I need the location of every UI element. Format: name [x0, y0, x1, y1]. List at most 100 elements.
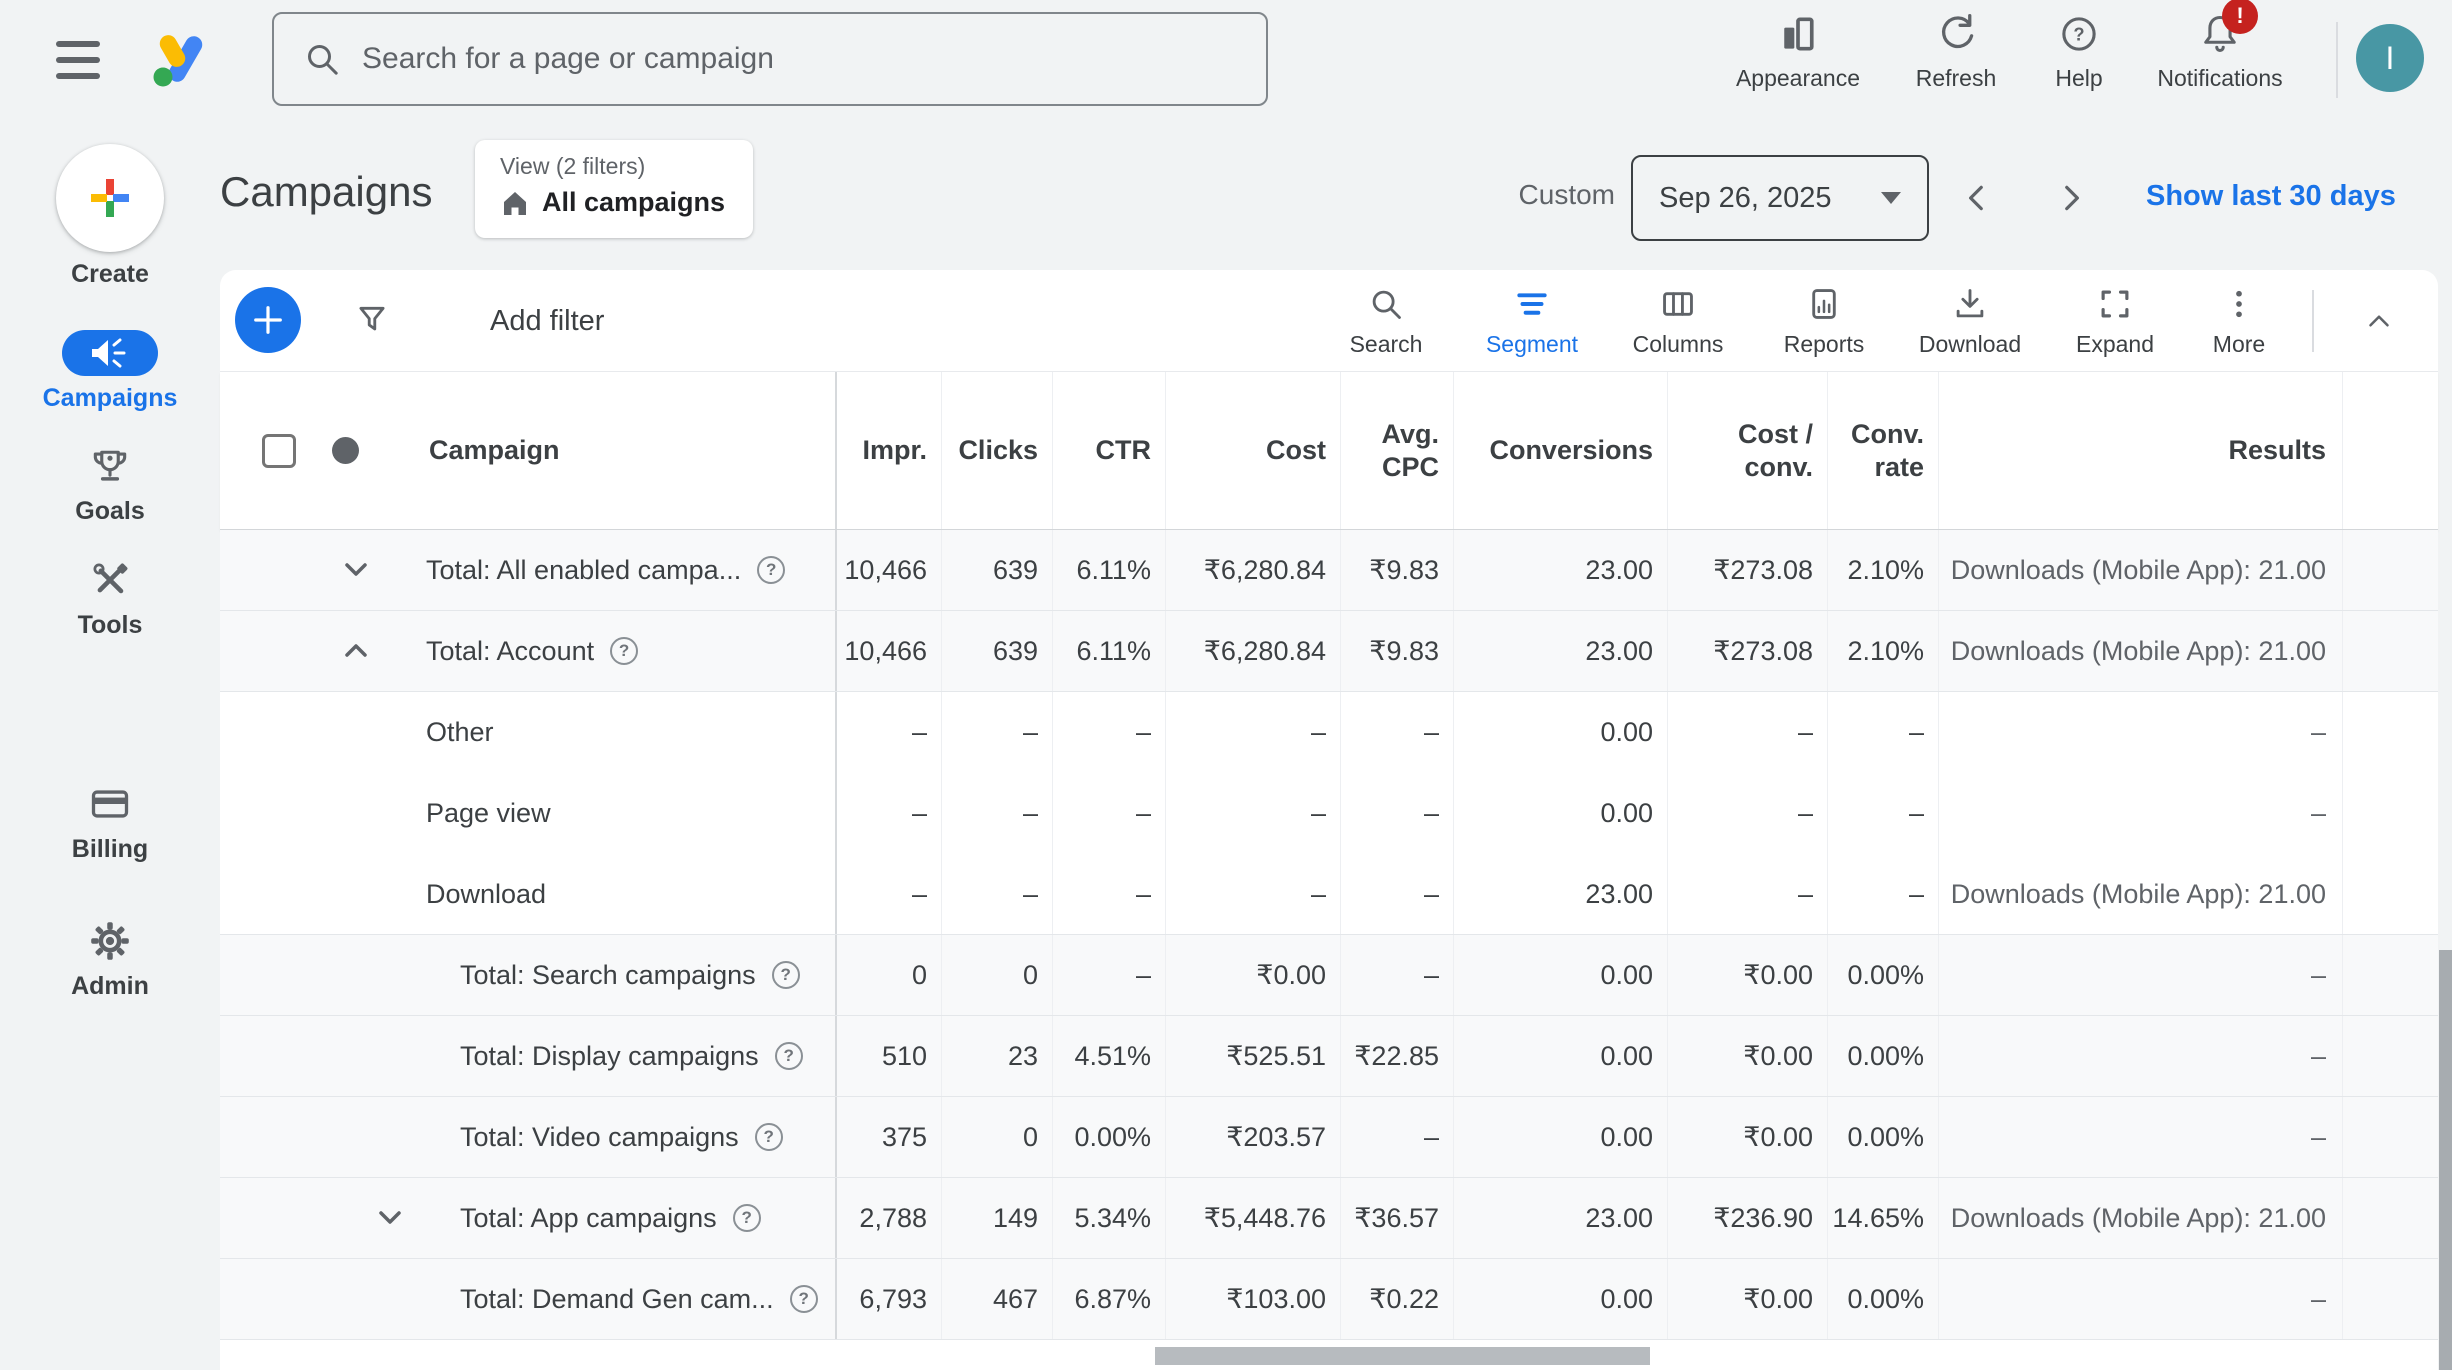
- google-ads-logo-icon[interactable]: [150, 28, 214, 92]
- cell-conv-rate: 0.00%: [1827, 1097, 1938, 1177]
- notifications-button[interactable]: ! Notifications: [2140, 10, 2300, 110]
- collapse-table-button[interactable]: [2349, 296, 2409, 346]
- refresh-button[interactable]: Refresh: [1886, 10, 2026, 110]
- help-button[interactable]: ? Help: [2024, 10, 2134, 110]
- toolbar-divider: [2312, 290, 2314, 352]
- table-body: Total: All enabled campa... ? 10,4666396…: [220, 530, 2438, 1340]
- cell-cost-per-conv: –: [1667, 773, 1827, 854]
- header-impr[interactable]: Impr.: [837, 372, 941, 529]
- toolbar-button-label: Search: [1350, 331, 1423, 358]
- cell-conversions: 0.00: [1453, 935, 1667, 1015]
- table-row[interactable]: Other –––––0.00–––: [220, 692, 2438, 773]
- show-last-30-days-link[interactable]: Show last 30 days: [2146, 180, 2396, 213]
- sidebar-item-admin[interactable]: Admin: [0, 918, 220, 1001]
- cell-avg-cpc: –: [1340, 692, 1453, 773]
- previous-date-button[interactable]: [1953, 174, 2001, 222]
- help-icon[interactable]: ?: [790, 1285, 818, 1313]
- table-row[interactable]: Page view –––––0.00–––: [220, 773, 2438, 854]
- table-row[interactable]: Download –––––23.00––Downloads (Mobile A…: [220, 854, 2438, 935]
- header-results[interactable]: Results: [1938, 372, 2342, 529]
- refresh-icon: [1934, 10, 1978, 56]
- sidebar-item-label: Tools: [0, 611, 220, 640]
- select-all-checkbox[interactable]: [262, 434, 296, 468]
- toolbar-expand-button[interactable]: Expand: [2045, 270, 2185, 372]
- header-clicks[interactable]: Clicks: [941, 372, 1052, 529]
- header-cost[interactable]: Cost: [1165, 372, 1340, 529]
- toolbar-columns-button[interactable]: Columns: [1608, 270, 1748, 372]
- table-row[interactable]: Total: Video campaigns ? 37500.00%₹203.5…: [220, 1097, 2438, 1178]
- cell-results: –: [1938, 692, 2342, 773]
- date-range-type: Custom: [1505, 179, 1615, 211]
- cell-extra: [2342, 1016, 2438, 1096]
- toolbar-download-button[interactable]: Download: [1900, 270, 2040, 372]
- status-circle-icon[interactable]: [332, 437, 359, 464]
- toolbar-search-button[interactable]: Search: [1316, 270, 1456, 372]
- chevron-up-icon[interactable]: [338, 633, 374, 669]
- filter-icon[interactable]: [353, 302, 391, 340]
- cell-results: Downloads (Mobile App): 21.00: [1938, 854, 2342, 934]
- cell-conv-rate: –: [1827, 692, 1938, 773]
- chevron-down-icon[interactable]: [338, 552, 374, 588]
- chevron-down-icon: [1881, 192, 1901, 204]
- add-filter-button[interactable]: Add filter: [490, 270, 604, 372]
- cell-cost: ₹0.00: [1165, 935, 1340, 1015]
- help-icon[interactable]: ?: [775, 1042, 803, 1070]
- chevron-down-icon[interactable]: [372, 1200, 408, 1236]
- cell-conversions: 0.00: [1453, 1016, 1667, 1096]
- sidebar-item-campaigns[interactable]: Campaigns: [0, 330, 220, 413]
- sidebar-item-label: Goals: [0, 497, 220, 526]
- appearance-button[interactable]: Appearance: [1724, 10, 1872, 110]
- search-input[interactable]: [362, 42, 1242, 76]
- chevron-right-icon: [2054, 181, 2088, 215]
- header-conversions[interactable]: Conversions: [1453, 372, 1667, 529]
- menu-icon[interactable]: [56, 41, 100, 79]
- avatar[interactable]: I: [2356, 24, 2424, 92]
- help-icon[interactable]: ?: [757, 556, 785, 584]
- cell-impr: 6,793: [837, 1259, 941, 1339]
- cell-ctr: –: [1052, 935, 1165, 1015]
- sidebar-item-goals[interactable]: Goals: [0, 443, 220, 526]
- table-row[interactable]: Total: Display campaigns ? 510234.51%₹52…: [220, 1016, 2438, 1097]
- campaign-cell: Page view: [220, 773, 837, 854]
- sidebar-item-tools[interactable]: Tools: [0, 557, 220, 640]
- toolbar-segment-button[interactable]: Segment: [1462, 270, 1602, 372]
- toolbar-button-label: Expand: [2076, 331, 2154, 358]
- cell-avg-cpc: ₹22.85: [1340, 1016, 1453, 1096]
- sidebar-item-create[interactable]: Create: [0, 144, 220, 289]
- vertical-scrollbar-thumb[interactable]: [2439, 950, 2452, 1370]
- table-row[interactable]: Total: App campaigns ? 2,7881495.34%₹5,4…: [220, 1178, 2438, 1259]
- view-filter-chip[interactable]: View (2 filters) All campaigns: [475, 140, 753, 238]
- cell-cost-per-conv: ₹236.90: [1667, 1178, 1827, 1258]
- cell-extra: [2342, 935, 2438, 1015]
- horizontal-scrollbar-thumb[interactable]: [1155, 1347, 1650, 1365]
- help-icon[interactable]: ?: [733, 1204, 761, 1232]
- toolbar-more-button[interactable]: More: [2169, 270, 2309, 372]
- expand-icon: [2096, 285, 2134, 323]
- cell-results: Downloads (Mobile App): 21.00: [1938, 530, 2342, 610]
- download-icon: [1951, 285, 1989, 323]
- table-row[interactable]: Total: All enabled campa... ? 10,4666396…: [220, 530, 2438, 611]
- reports-icon: [1805, 285, 1843, 323]
- next-date-button[interactable]: [2047, 174, 2095, 222]
- help-icon[interactable]: ?: [772, 961, 800, 989]
- header-avg-cpc[interactable]: Avg. CPC: [1340, 372, 1453, 529]
- header-ctr[interactable]: CTR: [1052, 372, 1165, 529]
- table-row[interactable]: Total: Search campaigns ? 00–₹0.00–0.00₹…: [220, 935, 2438, 1016]
- bell-icon: !: [2198, 10, 2242, 56]
- table-row[interactable]: Total: Demand Gen cam... ? 6,7934676.87%…: [220, 1259, 2438, 1340]
- add-button[interactable]: [235, 287, 301, 353]
- help-icon[interactable]: ?: [755, 1123, 783, 1151]
- help-icon[interactable]: ?: [610, 637, 638, 665]
- header-conv-rate[interactable]: Conv. rate: [1827, 372, 1938, 529]
- sidebar-item-billing[interactable]: Billing: [0, 781, 220, 864]
- toolbar-reports-button[interactable]: Reports: [1754, 270, 1894, 372]
- cell-clicks: –: [941, 692, 1052, 773]
- header-cost-per-conv[interactable]: Cost / conv.: [1667, 372, 1827, 529]
- table-row[interactable]: Total: Account ? 10,4666396.11%₹6,280.84…: [220, 611, 2438, 692]
- date-picker[interactable]: Sep 26, 2025: [1631, 155, 1929, 241]
- cell-conversions: 23.00: [1453, 611, 1667, 691]
- row-label: Total: Display campaigns: [460, 1041, 759, 1072]
- svg-text:?: ?: [2073, 23, 2084, 44]
- cell-results: Downloads (Mobile App): 21.00: [1938, 1178, 2342, 1258]
- header-campaign: Campaign: [220, 372, 837, 529]
